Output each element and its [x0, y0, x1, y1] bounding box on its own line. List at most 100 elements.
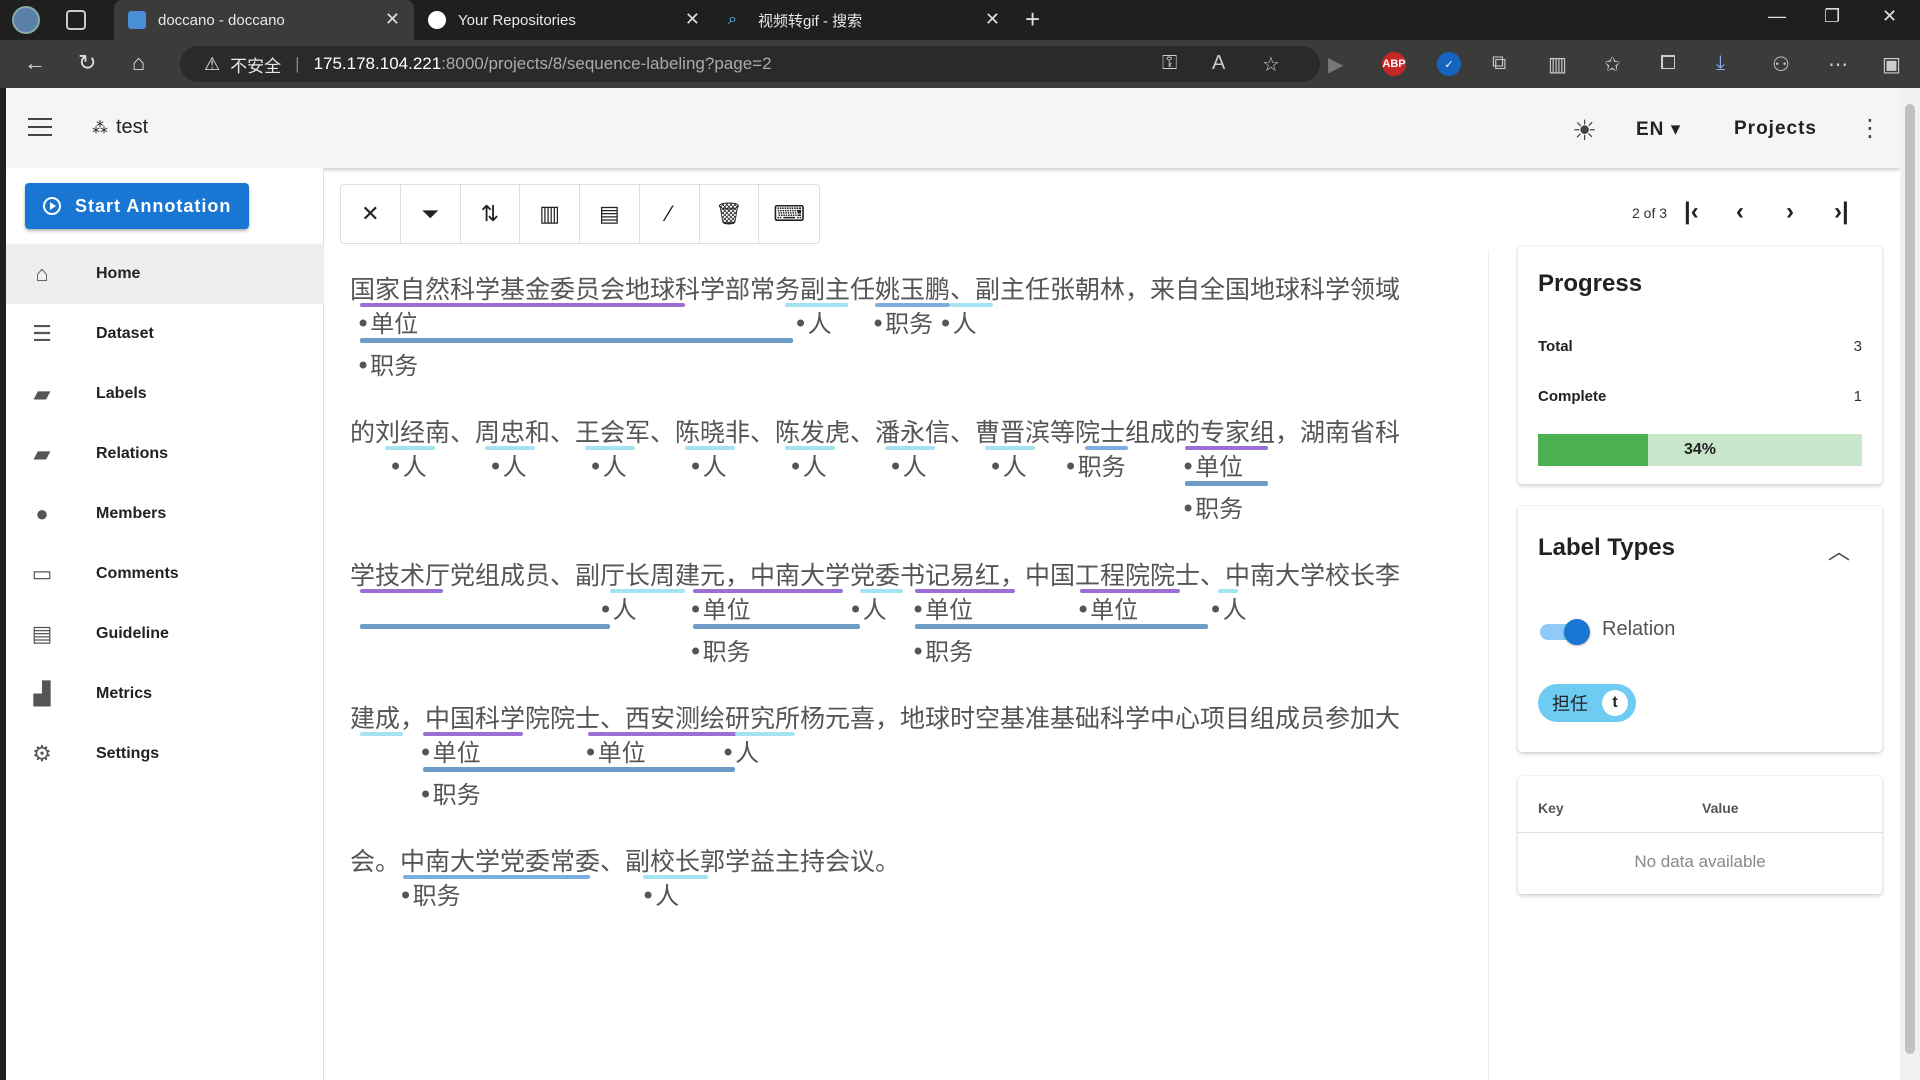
- favorite-star-icon[interactable]: ☆: [1262, 52, 1280, 77]
- relation-line[interactable]: [360, 624, 610, 629]
- clear-icon[interactable]: ✕: [341, 185, 401, 243]
- read-aloud-icon[interactable]: A: [1212, 52, 1225, 75]
- url-field[interactable]: ⚠ 不安全 | 175.178.104.221 :8000/projects/8…: [180, 46, 1320, 82]
- sidebar-item-relations[interactable]: ▰ Relations: [6, 424, 324, 484]
- browser-tab-repositories[interactable]: Your Repositories ✕: [414, 0, 714, 40]
- browser-tab-doccano[interactable]: doccano - doccano ✕: [114, 0, 414, 40]
- relation-line[interactable]: [422, 767, 735, 772]
- entity-label[interactable]: •人: [989, 447, 1027, 482]
- extensions-puzzle-icon[interactable]: ⧉: [1492, 52, 1506, 75]
- browser-tab-search[interactable]: ⌕ 视频转gif - 搜索 ✕: [714, 0, 1014, 40]
- previous-page-icon[interactable]: ‹: [1736, 198, 1744, 226]
- entity-label[interactable]: •单位: [419, 733, 481, 768]
- delete-icon[interactable]: 🗑: [700, 185, 760, 243]
- sidebar-item-labels[interactable]: ▰ Labels: [6, 364, 324, 424]
- split-screen-icon[interactable]: ▥: [1548, 52, 1567, 77]
- auto-labeling-wand-icon[interactable]: ⁄: [640, 185, 700, 243]
- entity-label[interactable]: •单位: [689, 590, 751, 625]
- sidebar-item-dataset[interactable]: ☰ Dataset: [6, 304, 324, 364]
- profile-avatar[interactable]: [12, 6, 40, 34]
- entity-label[interactable]: •职务: [356, 346, 418, 381]
- password-key-icon[interactable]: ⚿: [1162, 52, 1177, 75]
- entity-label[interactable]: •单位: [911, 590, 973, 625]
- entity-label[interactable]: •职务: [689, 632, 751, 667]
- minimize-icon[interactable]: —: [1768, 6, 1786, 27]
- entity-label[interactable]: •人: [794, 304, 832, 339]
- entity-label[interactable]: •人: [589, 447, 627, 482]
- entity-label[interactable]: •人: [599, 590, 637, 625]
- entity-label[interactable]: •职务: [871, 304, 933, 339]
- entity-underline[interactable]: [360, 589, 443, 593]
- close-tab-icon[interactable]: ✕: [985, 9, 1000, 30]
- relation-chip[interactable]: 担任 t: [1538, 684, 1636, 722]
- reload-icon[interactable]: ↻: [78, 50, 96, 76]
- first-page-icon[interactable]: |‹: [1684, 198, 1699, 226]
- restore-icon[interactable]: ❐: [1824, 6, 1840, 27]
- play-icon[interactable]: ▶: [1328, 52, 1343, 77]
- entity-label[interactable]: •职务: [1181, 489, 1243, 524]
- collections-icon[interactable]: ⧠: [1660, 52, 1676, 75]
- entity-label[interactable]: •职务: [911, 632, 973, 667]
- menu-icon[interactable]: [28, 118, 52, 136]
- text-line[interactable]: 国家自然科学基金委员会地球科学部常务副主任姚玉鹏、副主任张朝林，来自全国地球科学…: [350, 270, 1400, 306]
- entity-label[interactable]: •职务: [419, 775, 481, 810]
- new-tab-button[interactable]: +: [1025, 4, 1040, 35]
- entity-label[interactable]: •人: [689, 447, 727, 482]
- start-annotation-button[interactable]: Start Annotation: [25, 183, 249, 229]
- entity-label[interactable]: •职务: [399, 876, 461, 911]
- adblock-extension-icon[interactable]: ABP: [1382, 52, 1406, 76]
- back-icon[interactable]: ←: [24, 50, 46, 76]
- more-menu-icon[interactable]: ⋯: [1828, 52, 1848, 77]
- entity-label[interactable]: •人: [641, 876, 679, 911]
- entity-label[interactable]: •人: [1209, 590, 1247, 625]
- sidebar-item-settings[interactable]: ⚙ Settings: [6, 724, 324, 784]
- more-vert-icon[interactable]: ⋮: [1858, 114, 1882, 143]
- entity-label[interactable]: •职务: [1064, 447, 1126, 482]
- entity-label[interactable]: •单位: [584, 733, 646, 768]
- sidebar-item-guideline[interactable]: ▤ Guideline: [6, 604, 324, 664]
- home-page-icon[interactable]: ⌂: [132, 50, 145, 76]
- relation-line[interactable]: [360, 338, 793, 343]
- relation-line[interactable]: [915, 624, 1208, 629]
- sidebar-toggle-icon[interactable]: ▣: [1882, 52, 1901, 77]
- close-tab-icon[interactable]: ✕: [685, 9, 700, 30]
- value-column-header[interactable]: Value: [1702, 800, 1739, 816]
- extension-icon[interactable]: ✓: [1437, 52, 1461, 76]
- scrollbar-thumb[interactable]: [1905, 104, 1915, 1054]
- relation-line[interactable]: [1185, 481, 1268, 486]
- entity-label[interactable]: •人: [849, 590, 887, 625]
- next-page-icon[interactable]: ›: [1786, 198, 1794, 226]
- sidebar-item-metrics[interactable]: ▟ Metrics: [6, 664, 324, 724]
- guideline-icon[interactable]: ▥: [520, 185, 580, 243]
- filter-icon[interactable]: ⏷: [401, 185, 461, 243]
- sort-icon[interactable]: ⇅: [461, 185, 521, 243]
- close-tab-icon[interactable]: ✕: [385, 9, 400, 30]
- entity-label[interactable]: •人: [889, 447, 927, 482]
- entity-label[interactable]: •人: [489, 447, 527, 482]
- entity-label[interactable]: •人: [789, 447, 827, 482]
- keyboard-icon[interactable]: ⌨: [759, 185, 819, 243]
- share-icon[interactable]: ⚇: [1772, 52, 1790, 77]
- comment-icon[interactable]: ▤: [580, 185, 640, 243]
- entity-underline[interactable]: [360, 732, 403, 736]
- entity-label[interactable]: •单位: [1076, 590, 1138, 625]
- download-icon[interactable]: ⤓: [1716, 52, 1725, 75]
- project-title[interactable]: ⁂ test: [92, 116, 148, 139]
- theme-toggle-icon[interactable]: ☀: [1572, 114, 1597, 147]
- entity-label[interactable]: •单位: [1181, 447, 1243, 482]
- sidebar-item-comments[interactable]: ▭ Comments: [6, 544, 324, 604]
- last-page-icon[interactable]: ›|: [1834, 198, 1849, 226]
- entity-label[interactable]: •人: [939, 304, 977, 339]
- text-line[interactable]: 会。中南大学党委常委、副校长郭学益主持会议。: [350, 842, 900, 878]
- text-line[interactable]: 学技术厅党组成员、副厅长周建元，中南大学党委书记易红，中国工程院院士、中南大学校…: [350, 556, 1400, 592]
- tab-actions-icon[interactable]: [66, 10, 86, 30]
- relation-toggle[interactable]: [1540, 619, 1590, 645]
- entity-label[interactable]: •人: [389, 447, 427, 482]
- entity-label[interactable]: •人: [721, 733, 759, 768]
- window-close-icon[interactable]: ✕: [1882, 6, 1897, 27]
- text-line[interactable]: 的刘经南、周忠和、王会军、陈晓非、陈发虎、潘永信、曹晋滨等院士组成的专家组，湖南…: [350, 413, 1400, 449]
- projects-link[interactable]: Projects: [1734, 118, 1817, 140]
- page-scrollbar[interactable]: [1900, 88, 1920, 1080]
- key-column-header[interactable]: Key: [1538, 800, 1564, 816]
- language-selector[interactable]: EN ▾: [1636, 118, 1681, 141]
